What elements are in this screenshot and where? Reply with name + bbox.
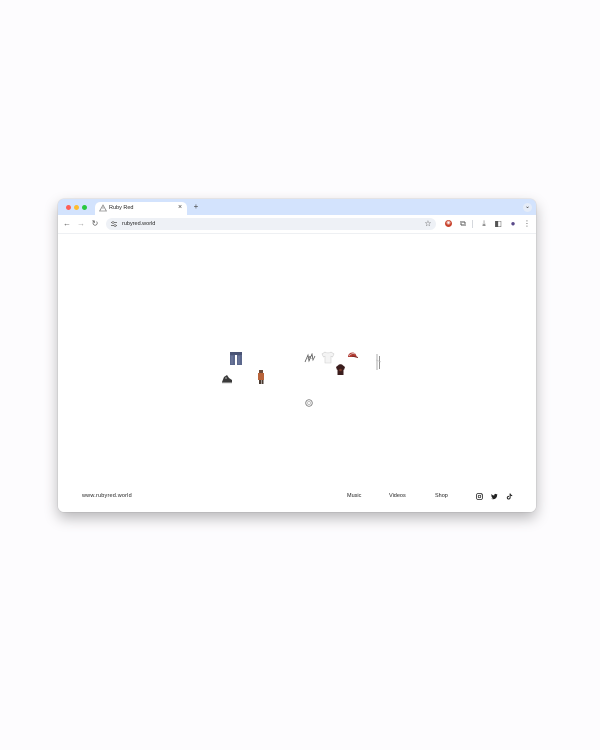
nav-link-shop[interactable]: Shop [435,493,448,500]
maximize-window-button[interactable] [82,205,87,210]
side-panel-icon[interactable]: ◧ [493,219,503,229]
site-info-icon[interactable] [110,220,118,228]
close-window-button[interactable] [66,205,71,210]
forward-arrow-icon[interactable]: → [76,219,86,229]
toolbar-divider [472,220,473,228]
reload-icon[interactable]: ↻ [90,219,100,229]
tab-ruby-red[interactable]: Ruby Red × [95,202,187,215]
product-artwork-image[interactable] [304,353,316,364]
extensions-puzzle-icon[interactable]: ⧉ [458,219,468,229]
product-jeans-image[interactable] [229,352,243,365]
instagram-icon[interactable] [476,493,483,500]
extension-icon[interactable]: ◉ [445,220,452,227]
nav-link-videos[interactable]: Videos [389,493,406,500]
browser-toolbar: ← → ↻ rubyred.world ☆ ◉ ⧉ ⤓ ◧ ● ⋮ [58,215,536,234]
footer-site-link[interactable]: www.rubyred.world [82,493,132,500]
profile-avatar-icon[interactable]: ● [508,219,518,229]
browser-window: Ruby Red × + ⌄ ← → ↻ rubyred.world ☆ ◉ ⧉… [58,199,536,512]
nav-link-music[interactable]: Music [347,493,361,500]
tiktok-icon[interactable] [506,493,513,500]
minimize-window-button[interactable] [74,205,79,210]
product-white-tshirt-image[interactable] [321,351,335,364]
product-hoodie-image[interactable] [335,364,346,376]
twitter-icon[interactable] [491,493,498,500]
product-orb-image[interactable] [305,399,313,407]
tab-title: Ruby Red [109,205,134,211]
new-tab-button[interactable]: + [192,203,200,211]
product-figure-image[interactable] [257,370,265,384]
page-viewport: www.rubyred.world Music Videos Shop [58,234,536,512]
back-arrow-icon[interactable]: ← [62,219,72,229]
tab-strip: Ruby Red × + ⌄ [58,199,536,215]
tab-close-icon[interactable]: × [176,204,184,212]
download-icon[interactable]: ⤓ [479,219,489,229]
browser-menu-icon[interactable]: ⋮ [522,219,532,229]
product-chain-image[interactable] [375,354,382,370]
warning-triangle-icon [98,204,108,212]
product-red-cap-image[interactable] [346,350,358,359]
address-bar[interactable]: rubyred.world ☆ [106,218,436,230]
bookmark-star-icon[interactable]: ☆ [424,220,432,228]
tab-search-button[interactable]: ⌄ [523,203,532,212]
product-sneaker-image[interactable] [221,374,233,384]
url-text[interactable]: rubyred.world [122,220,155,228]
